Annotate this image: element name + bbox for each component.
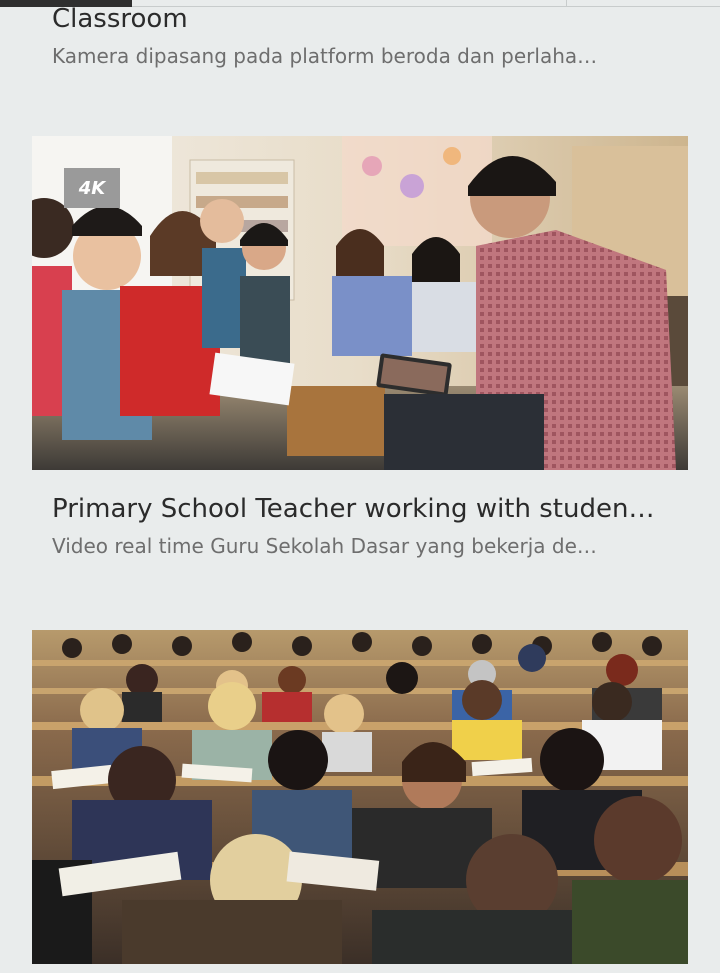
students-exam-hall-image bbox=[32, 630, 688, 964]
video-description: Kamera dipasang pada platform beroda dan… bbox=[52, 44, 598, 68]
video-card-text-teacher[interactable]: Primary School Teacher working with stud… bbox=[52, 492, 692, 560]
4k-badge: 4K bbox=[64, 168, 120, 208]
video-thumbnail[interactable] bbox=[32, 630, 688, 964]
video-title[interactable]: Primary School Teacher working with stud… bbox=[52, 492, 692, 526]
video-thumbnail[interactable]: 4K bbox=[32, 136, 688, 470]
video-title[interactable]: Classroom bbox=[52, 2, 692, 36]
video-description: Video real time Guru Sekolah Dasar yang … bbox=[52, 534, 597, 558]
video-card-text-classroom[interactable]: Classroom Kamera dipasang pada platform … bbox=[52, 0, 692, 70]
classroom-teacher-image bbox=[32, 136, 688, 470]
